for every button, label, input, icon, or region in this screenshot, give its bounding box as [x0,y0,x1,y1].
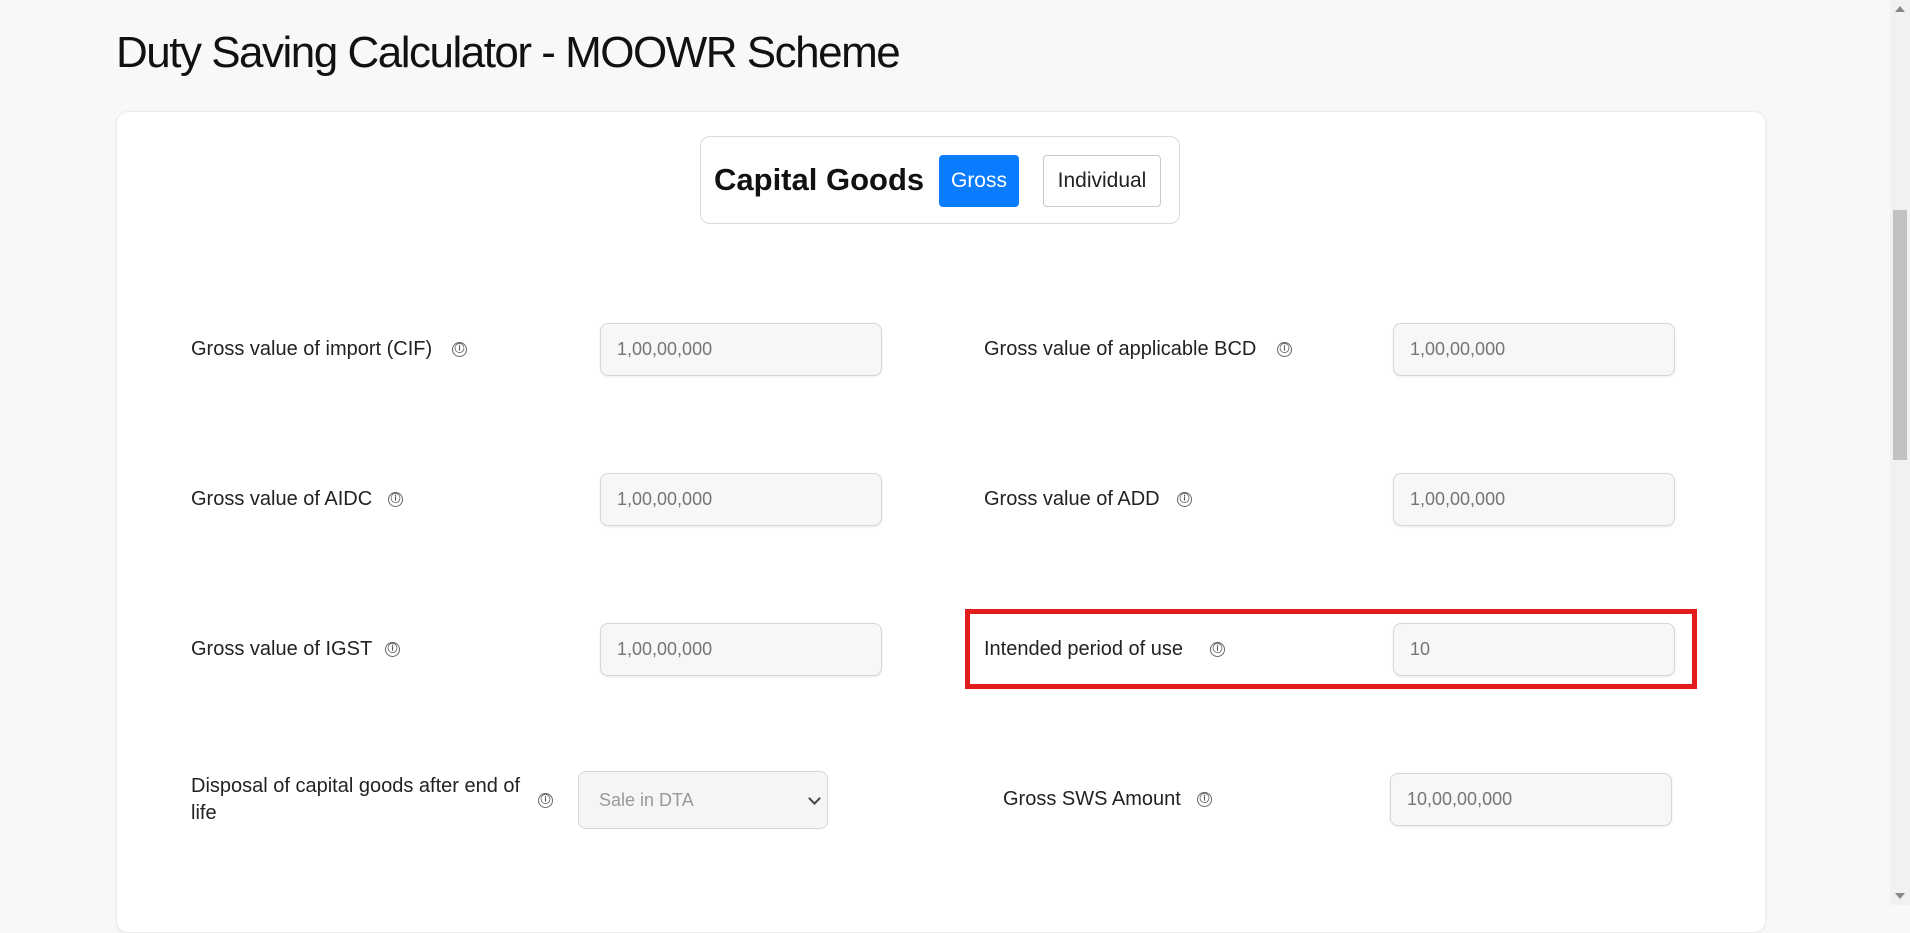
gross-button[interactable]: Gross [939,155,1019,207]
info-icon[interactable]: ⓘ [1197,792,1212,807]
scrollbar-thumb[interactable] [1893,210,1907,460]
gross-sws-label: Gross SWS Amount [1003,788,1181,810]
gross-add-input[interactable] [1393,473,1675,526]
chevron-down-icon [808,792,821,805]
info-icon[interactable]: ⓘ [1277,342,1292,357]
disposal-label: Disposal of capital goods after end of l… [191,775,521,824]
scroll-up-arrow-icon[interactable] [1895,6,1905,12]
highlight-box [965,609,1697,689]
gross-bcd-input[interactable] [1393,323,1675,376]
info-icon[interactable]: ⓘ [388,492,403,507]
page-title: Duty Saving Calculator - MOOWR Scheme [116,28,901,77]
gross-import-cif-input[interactable] [600,323,882,376]
toggle-title: Capital Goods [714,162,925,197]
scrollbar-track[interactable] [1890,0,1910,905]
gross-igst-input[interactable] [600,623,882,676]
gross-add-label: Gross value of ADD [984,488,1160,510]
info-icon[interactable]: ⓘ [385,642,400,657]
gross-aidc-input[interactable] [600,473,882,526]
gross-import-cif-label: Gross value of import (CIF) [191,338,433,360]
disposal-selected-value: Sale in DTA [599,789,694,810]
individual-button[interactable]: Individual [1043,155,1161,207]
scroll-down-arrow-icon[interactable] [1895,893,1905,899]
gross-sws-input[interactable] [1390,773,1672,826]
gross-bcd-label: Gross value of applicable BCD [984,338,1257,360]
gross-igst-label: Gross value of IGST [191,638,373,660]
disposal-select[interactable]: Sale in DTA [578,771,828,829]
info-icon[interactable]: ⓘ [1177,492,1192,507]
info-icon[interactable]: ⓘ [538,793,553,808]
info-icon[interactable]: ⓘ [452,342,467,357]
gross-aidc-label: Gross value of AIDC [191,488,373,510]
